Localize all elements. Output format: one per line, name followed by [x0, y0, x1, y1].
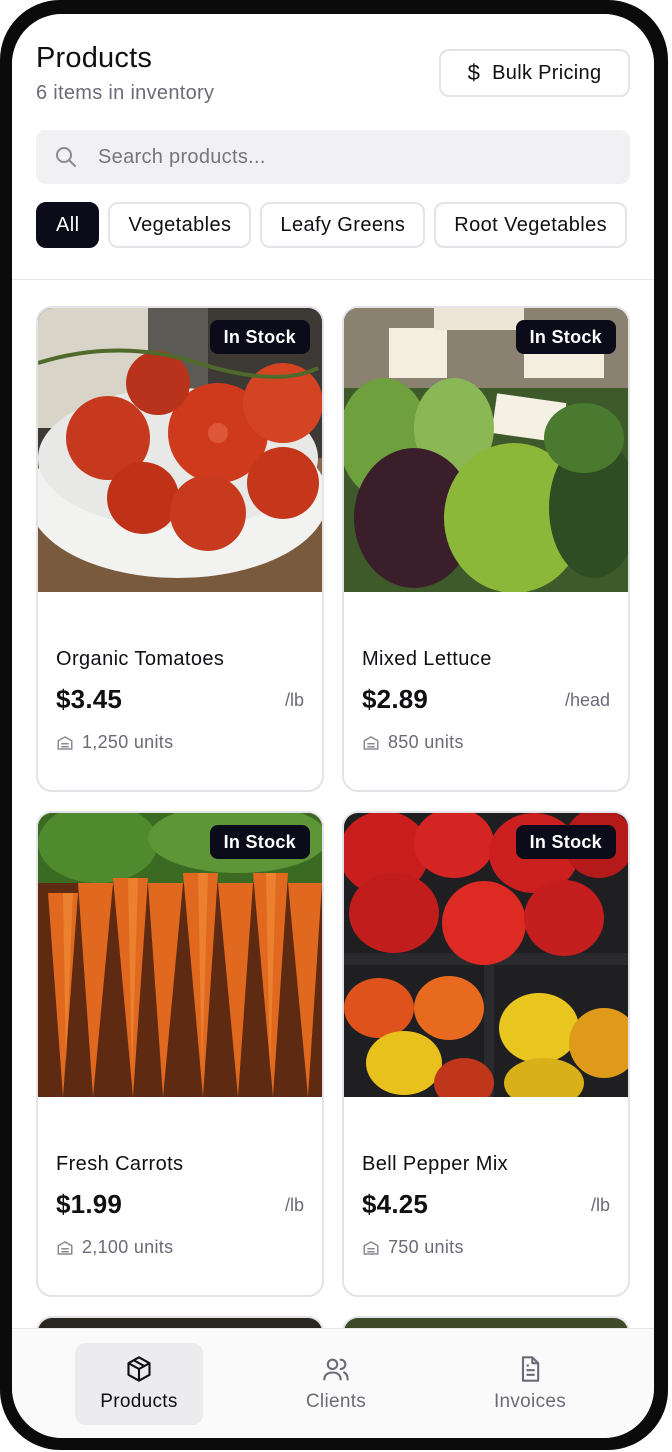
- page-title: Products: [36, 42, 153, 74]
- product-unit: /lb: [284, 690, 304, 710]
- device-frame: Products 6 items in inventory $ Bulk Pri…: [0, 0, 668, 1450]
- warehouse-icon: [57, 1240, 73, 1255]
- product-image-lettuce: In Stock: [344, 308, 628, 592]
- stock-badge: In Stock: [209, 320, 310, 354]
- product-card-peppers[interactable]: In Stock Bell Pepper Mix $4.25 /lb 750 u…: [342, 811, 630, 1297]
- nav-clients-label: Clients: [305, 1391, 367, 1412]
- product-stock: 1,250 units: [56, 732, 173, 753]
- users-icon: [323, 1358, 349, 1381]
- nav-clients[interactable]: Clients: [272, 1343, 400, 1425]
- nav-products[interactable]: Products: [75, 1343, 203, 1425]
- product-stock-count: 750 units: [388, 1237, 464, 1257]
- document-icon: [521, 1356, 540, 1382]
- product-stock: 2,100 units: [56, 1237, 173, 1258]
- app-screen: Products 6 items in inventory $ Bulk Pri…: [12, 14, 654, 1438]
- header: Products 6 items in inventory $ Bulk Pri…: [12, 14, 654, 280]
- filter-chip-vegetables[interactable]: Vegetables: [108, 202, 252, 248]
- stock-badge: In Stock: [515, 320, 616, 354]
- product-stock: 750 units: [362, 1237, 464, 1258]
- warehouse-icon: [57, 735, 73, 750]
- bulk-pricing-button[interactable]: $ Bulk Pricing: [439, 49, 630, 97]
- product-price: $1.99: [56, 1189, 123, 1219]
- product-stock: 850 units: [362, 732, 464, 753]
- search-bar[interactable]: [36, 130, 630, 184]
- product-name: Fresh Carrots: [56, 1153, 184, 1175]
- product-image-carrots: In Stock: [38, 813, 322, 1097]
- product-card-tomatoes[interactable]: In Stock Organic Tomatoes $3.45 /lb 1,25…: [36, 306, 324, 792]
- category-filters: All Vegetables Leafy Greens Root Vegetables: [36, 202, 654, 250]
- bottom-nav: Products Clients Invoices: [12, 1328, 654, 1438]
- stock-badge: In Stock: [209, 825, 310, 859]
- warehouse-icon: [363, 1240, 379, 1255]
- product-unit: /head: [564, 690, 610, 710]
- warehouse-icon: [363, 735, 379, 750]
- bulk-pricing-label: Bulk Pricing: [492, 61, 602, 84]
- product-card-carrots[interactable]: In Stock Fresh Carrots $1.99 /lb 2,100 u…: [36, 811, 324, 1297]
- search-input[interactable]: [98, 145, 578, 169]
- product-unit: /lb: [590, 1195, 610, 1215]
- box-icon: [127, 1356, 151, 1382]
- search-icon: [56, 147, 76, 167]
- page-subtitle: 6 items in inventory: [36, 82, 215, 104]
- product-stock-count: 850 units: [388, 732, 464, 752]
- stock-badge: In Stock: [515, 825, 616, 859]
- filter-chip-root-vegetables[interactable]: Root Vegetables: [434, 202, 628, 248]
- product-name: Bell Pepper Mix: [362, 1153, 509, 1175]
- filter-chip-all[interactable]: All: [36, 202, 100, 248]
- product-stock-count: 2,100 units: [82, 1237, 174, 1257]
- filter-chip-leafy-greens[interactable]: Leafy Greens: [260, 202, 426, 248]
- product-image-peppers: In Stock: [344, 813, 628, 1097]
- product-price: $3.45: [56, 684, 123, 714]
- product-stock-count: 1,250 units: [82, 732, 174, 752]
- product-name: Organic Tomatoes: [56, 648, 225, 670]
- nav-invoices-label: Invoices: [493, 1391, 567, 1412]
- product-card-lettuce[interactable]: In Stock Mixed Lettuce $2.89 /head 850 u…: [342, 306, 630, 792]
- nav-products-label: Products: [100, 1391, 178, 1412]
- product-name: Mixed Lettuce: [362, 648, 492, 670]
- product-unit: /lb: [284, 1195, 304, 1215]
- nav-invoices[interactable]: Invoices: [466, 1343, 594, 1425]
- product-price: $2.89: [362, 684, 429, 714]
- product-price: $4.25: [362, 1189, 429, 1219]
- product-image-tomatoes: In Stock: [38, 308, 322, 592]
- dollar-icon: $: [467, 60, 481, 85]
